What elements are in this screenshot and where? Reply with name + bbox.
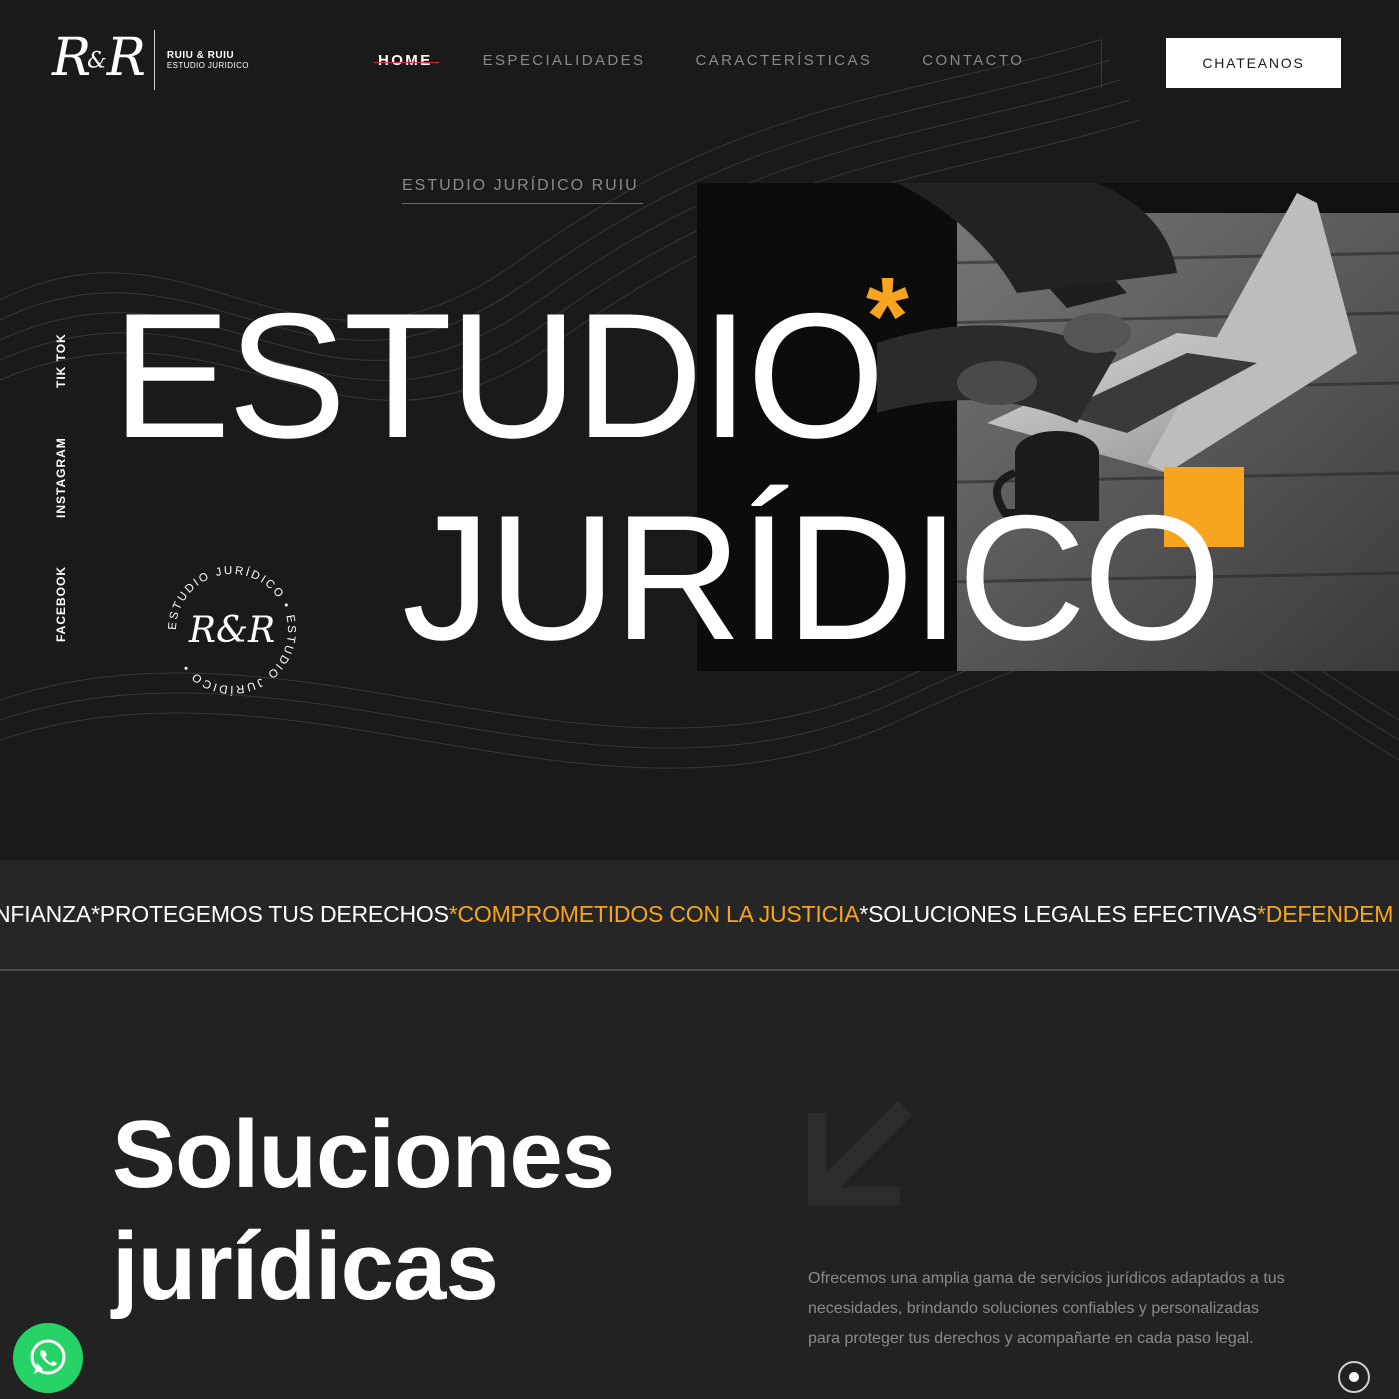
nav-caracteristicas[interactable]: CARACTERÍSTICAS — [695, 52, 872, 69]
marquee-track: NFIANZA*PROTEGEMOS TUS DERECHOS*COMPROME… — [0, 901, 1393, 928]
hero-title-line2: JURÍDICO — [402, 478, 1222, 677]
social-instagram[interactable]: INSTAGRAM — [54, 437, 68, 518]
hero-eyebrow: ESTUDIO JURÍDICO RUIU — [402, 177, 643, 204]
seal-monogram: R&R — [188, 610, 275, 651]
marquee-item: *SOLUCIONES LEGALES EFECTIVAS — [859, 901, 1258, 927]
chat-button[interactable]: CHATEANOS — [1166, 38, 1341, 88]
solutions-section: Soluciones jurídicas Ofrecemos una ampli… — [0, 971, 1399, 1399]
scroll-indicator-icon[interactable] — [1338, 1361, 1370, 1393]
marquee-item: NFIANZA — [0, 901, 91, 927]
hero-section: R&R RUIU & RUIU ESTUDIO JURIDICO HOME ES… — [0, 0, 1399, 860]
marquee-item: *COMPROMETIDOS CON LA JUSTICIA — [448, 901, 860, 927]
social-tiktok[interactable]: TIK TOK — [54, 333, 68, 388]
logo-text: RUIU & RUIU ESTUDIO JURIDICO — [167, 50, 249, 70]
solutions-title-line2: jurídicas — [112, 1213, 499, 1320]
circular-seal-logo: ESTUDIO JURÍDICO • ESTUDIO JURÍDICO • R&… — [167, 565, 295, 696]
solutions-title: Soluciones jurídicas — [112, 1099, 615, 1323]
social-links: TIK TOK INSTAGRAM FACEBOOK — [54, 330, 74, 650]
solutions-description: Ofrecemos una amplia gama de servicios j… — [808, 1270, 1285, 1347]
nav-contacto[interactable]: CONTACTO — [922, 52, 1024, 69]
solutions-title-line1: Soluciones — [112, 1101, 615, 1208]
marquee-item: *PROTEGEMOS TUS DERECHOS — [91, 901, 449, 927]
nav-separator — [1101, 38, 1102, 88]
logo-divider — [153, 29, 155, 90]
social-facebook[interactable]: FACEBOOK — [54, 566, 68, 642]
hero-title-line1: ESTUDIO — [112, 276, 885, 475]
logo-monogram: R&R — [52, 28, 146, 88]
marquee-banner: NFIANZA*PROTEGEMOS TUS DERECHOS*COMPROME… — [0, 860, 1399, 971]
whatsapp-button[interactable] — [13, 1323, 83, 1393]
site-logo[interactable]: R&R RUIU & RUIU ESTUDIO JURIDICO — [52, 28, 249, 92]
whatsapp-icon — [30, 1339, 66, 1375]
nav-especialidades[interactable]: ESPECIALIDADES — [483, 52, 646, 69]
main-nav: HOME ESPECIALIDADES CARACTERÍSTICAS CONT… — [374, 52, 1024, 69]
nav-home[interactable]: HOME — [374, 52, 439, 69]
arrow-down-left-icon — [808, 1101, 912, 1205]
marquee-item: *DEFENDEM — [1257, 901, 1394, 927]
logo-tagline: ESTUDIO JURIDICO — [166, 60, 249, 70]
logo-name: RUIU & RUIU — [166, 49, 235, 61]
asterisk-icon: * — [866, 255, 909, 378]
